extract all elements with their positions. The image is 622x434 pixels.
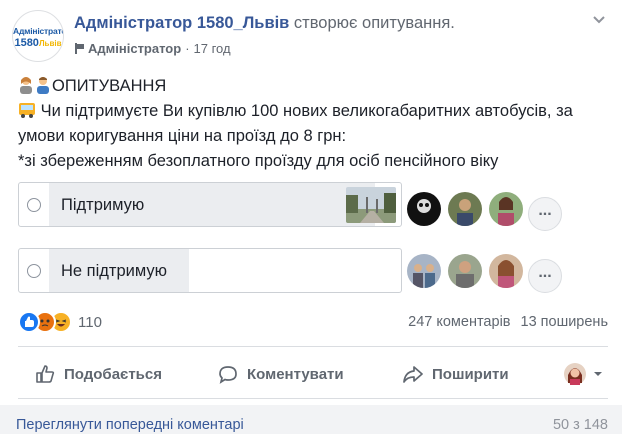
reactions-count: 110 — [78, 313, 102, 331]
voter-avatar[interactable] — [407, 254, 441, 288]
post-actions: Подобається Коментувати Поширити — [18, 354, 608, 394]
role-label: Адміністратор — [88, 41, 182, 56]
post-header: Адміністратор 1580_Львів створює опитува… — [74, 14, 455, 33]
share-button[interactable]: Поширити — [402, 363, 509, 385]
avatar-line2: 1580Львів — [13, 37, 63, 49]
voter-avatar[interactable] — [489, 192, 523, 226]
comments-count-link[interactable]: 247 коментарів — [408, 314, 510, 330]
like-label: Подобається — [64, 365, 162, 383]
more-voters-button[interactable]: ... — [528, 197, 562, 231]
post-line1: Чи підтримуєте Ви купівлю 100 нових вели… — [36, 102, 573, 120]
voter-avatar[interactable] — [489, 254, 523, 288]
avatar-number: 1580 — [14, 37, 39, 49]
poll-option-image — [346, 187, 396, 223]
voter-avatar[interactable] — [407, 192, 441, 226]
comments-bar: Переглянути попередні коментарі 50 з 148 — [0, 405, 622, 434]
poll-option-label-1: Підтримую — [61, 196, 145, 214]
avatar-line1: Адміністратор — [13, 26, 63, 36]
avatar-suffix: Львів — [38, 39, 62, 48]
post-timestamp[interactable]: 17 год — [194, 41, 231, 56]
separator: · — [185, 41, 190, 56]
chevron-down-icon — [594, 372, 602, 376]
like-button[interactable]: Подобається — [34, 363, 162, 385]
viewer-avatar — [564, 363, 586, 385]
voter-avatar[interactable] — [448, 192, 482, 226]
poll-option-2[interactable]: Не підтримую — [18, 248, 402, 293]
poll-radio-2[interactable] — [27, 264, 41, 278]
page-avatar[interactable]: Адміністратор 1580Львів — [12, 10, 64, 62]
poll-option-1[interactable]: Підтримую — [18, 182, 402, 227]
view-previous-comments-link[interactable]: Переглянути попередні коментарі — [16, 417, 244, 433]
flag-icon — [74, 43, 84, 54]
people-emoji-icon — [20, 77, 49, 94]
post-action-text: створює опитування. — [293, 14, 455, 32]
post-text: ОПИТУВАННЯ Чи підтримуєте Ви купівлю 100… — [18, 74, 618, 174]
comment-icon — [219, 366, 237, 384]
post-heading-row: ОПИТУВАННЯ — [18, 74, 618, 99]
viewer-selector[interactable] — [564, 363, 604, 385]
divider — [18, 398, 608, 399]
share-icon — [403, 366, 423, 383]
post-line2: умови коригування ціни на проїзд до 8 гр… — [18, 127, 347, 145]
comment-label: Коментувати — [247, 365, 344, 383]
post-line1-row: Чи підтримуєте Ви купівлю 100 нових вели… — [18, 99, 618, 124]
like-reaction-icon — [18, 311, 40, 333]
bus-emoji-icon — [19, 103, 35, 118]
chevron-down-icon[interactable] — [592, 12, 606, 26]
divider — [18, 346, 608, 347]
poll-radio-1[interactable] — [27, 198, 41, 212]
poll-option-label-2: Не підтримую — [61, 262, 168, 280]
post-heading: ОПИТУВАННЯ — [52, 77, 167, 95]
page-name-link[interactable]: Адміністратор 1580_Львів — [74, 14, 289, 32]
shares-count-link[interactable]: 13 поширень — [521, 314, 609, 330]
share-label: Поширити — [432, 365, 509, 383]
more-voters-button[interactable]: ... — [528, 259, 562, 293]
post-subheader: Адміністратор · 17 год — [74, 41, 231, 56]
post-stats: 247 коментарів 13 поширень — [408, 314, 608, 330]
voter-avatar[interactable] — [448, 254, 482, 288]
comments-pagination-count: 50 з 148 — [552, 417, 608, 433]
reactions-summary[interactable]: 110 — [18, 311, 102, 333]
post-line3: *зі збереженням безоплатного проїзду для… — [18, 152, 499, 170]
comment-button[interactable]: Коментувати — [217, 363, 344, 385]
like-icon — [36, 365, 55, 383]
